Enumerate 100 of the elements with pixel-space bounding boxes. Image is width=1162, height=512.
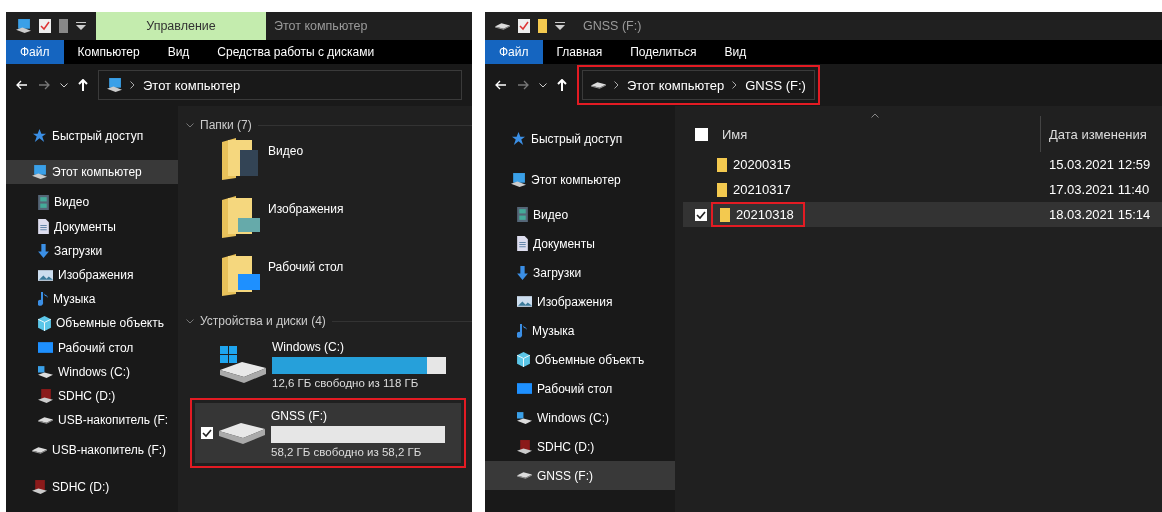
drive-icon	[38, 365, 53, 378]
column-header[interactable]: Дата изменения	[1040, 116, 1147, 152]
sidebar-item[interactable]: USB-накопитель (F:)	[6, 438, 178, 463]
contextual-tab[interactable]: Управление	[96, 12, 266, 40]
ribbon-tab[interactable]: Файл	[6, 40, 64, 64]
forward-arrow-icon[interactable]	[517, 80, 529, 90]
free-space-text: 58,2 ГБ свободно из 58,2 ГБ	[271, 445, 423, 458]
properties-icon	[39, 19, 51, 33]
chevron-icon	[130, 81, 135, 89]
sidebar-item[interactable]: Объемные объекть	[6, 311, 178, 336]
forward-arrow-icon[interactable]	[38, 80, 50, 90]
file-name: 20210318	[716, 207, 800, 222]
music-note-icon	[517, 323, 527, 338]
folder-tile[interactable]: Изображения	[186, 196, 472, 254]
ribbon-tab[interactable]: Вид	[710, 40, 761, 64]
address-bar[interactable]: Этот компьютер GNSS (F:)	[582, 70, 815, 100]
sidebar-item[interactable]: Windows (C:)	[6, 359, 178, 384]
ribbon-tab[interactable]: Компьютер	[63, 40, 154, 64]
ribbon-tab[interactable]: Файл	[485, 40, 543, 64]
sidebar-item[interactable]: Изображения	[6, 262, 178, 288]
sidebar-item[interactable]: Документы	[485, 229, 675, 258]
sidebar-item[interactable]: GNSS (F:)	[485, 461, 675, 490]
film-icon	[38, 194, 49, 210]
folder-tile[interactable]: Рабочий стол	[186, 254, 472, 312]
sidebar-item[interactable]: SDHC (D:)	[485, 432, 675, 461]
file-row[interactable]: 20210318 18.03.2021 15:14	[683, 202, 1162, 227]
drive-label: GNSS (F:)	[271, 408, 328, 423]
sidebar-item[interactable]: Видео	[6, 190, 178, 215]
window-title: GNSS (F:)	[582, 18, 643, 35]
sidebar-item[interactable]: Документы	[6, 214, 178, 239]
sidebar-item[interactable]: Рабочий стол	[485, 374, 675, 403]
select-all-checkbox[interactable]	[695, 127, 708, 141]
breadcrumb[interactable]: Этот компьютер	[627, 77, 725, 93]
file-name: 20200315	[713, 157, 797, 172]
checkbox[interactable]	[695, 208, 707, 221]
sidebar-item[interactable]: Видео	[485, 200, 675, 229]
document-icon	[517, 236, 528, 251]
drive-icon	[32, 446, 47, 454]
star-icon	[32, 129, 47, 144]
file-row[interactable]: 20210317 17.03.2021 11:40	[683, 177, 1162, 202]
film-icon	[517, 207, 528, 222]
sidebar-item[interactable]: Рабочий стол	[6, 335, 178, 360]
ribbon-tab[interactable]: Вид	[153, 40, 204, 64]
checkbox[interactable]	[201, 427, 213, 439]
picture-icon	[517, 296, 532, 307]
ribbon-tab[interactable]: Поделиться	[616, 40, 711, 64]
drive-icon	[517, 472, 532, 479]
sidebar-item[interactable]: Музыка	[485, 316, 675, 345]
file-name: 20210317	[713, 182, 797, 197]
hard-drive-icon	[219, 422, 265, 444]
group-heading[interactable]: Папки (7)	[200, 118, 252, 132]
sidebar-item[interactable]: Изображения	[485, 287, 675, 316]
back-arrow-icon[interactable]	[495, 80, 507, 90]
sidebar-item[interactable]: Загрузки	[6, 238, 178, 263]
drive-icon	[495, 22, 510, 30]
sidebar-item[interactable]: USB-накопитель (F:	[6, 408, 178, 433]
sidebar-item[interactable]: Быстрый доступ	[485, 124, 675, 153]
ribbon-tab[interactable]: Главная	[542, 40, 617, 64]
sidebar-item[interactable]: Музыка	[6, 287, 178, 312]
sd-card-icon	[38, 388, 53, 403]
computer-icon	[32, 165, 47, 180]
breadcrumb[interactable]: Этот компьютер	[143, 77, 241, 93]
up-arrow-icon[interactable]	[78, 79, 88, 91]
dropdown-icon	[555, 22, 565, 30]
column-header[interactable]: Имя	[722, 126, 748, 142]
sidebar-item[interactable]: Объемные объектъ	[485, 345, 675, 374]
document-icon	[38, 219, 49, 235]
free-space-text: 12,6 ГБ свободно из 118 ГБ	[272, 376, 420, 389]
chevron-icon	[732, 81, 738, 89]
sidebar-item[interactable]: Этот компьютер	[485, 165, 675, 194]
desktop-icon	[38, 342, 53, 354]
sidebar-item[interactable]: SDHC (D:)	[6, 474, 178, 499]
computer-icon	[511, 172, 526, 187]
file-row[interactable]: 20200315 15.03.2021 12:59	[683, 152, 1162, 177]
ribbon-tab[interactable]: Средства работы с дисками	[203, 40, 389, 64]
chevron-icon	[186, 318, 194, 324]
dropdown-icon	[76, 22, 86, 30]
chevron-icon	[186, 122, 194, 128]
drive-label: Windows (C:)	[272, 339, 345, 354]
drive-tile[interactable]: GNSS (F:) 58,2 ГБ свободно из 58,2 ГБ	[195, 403, 461, 463]
sidebar-item[interactable]: Этот компьютер	[6, 160, 178, 185]
drive-tile[interactable]: Windows (C:) 12,6 ГБ свободно из 118 ГБ	[190, 334, 456, 394]
sidebar-item[interactable]: Быстрый доступ	[6, 124, 178, 149]
group-heading[interactable]: Устройства и диски (4)	[200, 314, 326, 328]
sidebar-item[interactable]: Загрузки	[485, 258, 675, 287]
sidebar-item[interactable]: Windows (C:)	[485, 403, 675, 432]
cube-icon	[517, 352, 530, 367]
date-cell-text: 18.03.2021 15:14	[1048, 207, 1151, 222]
sidebar-item[interactable]: SDHC (D:)	[6, 383, 178, 409]
music-note-icon	[38, 292, 48, 307]
folder-tile[interactable]: Видео	[186, 138, 472, 196]
address-bar[interactable]: Этот компьютер	[98, 70, 462, 100]
date-cell-text: 15.03.2021 12:59	[1048, 157, 1151, 172]
computer-icon	[16, 19, 31, 33]
sd-card-icon	[517, 439, 532, 454]
drive-icon	[591, 81, 606, 89]
breadcrumb[interactable]: GNSS (F:)	[745, 77, 806, 93]
back-arrow-icon[interactable]	[16, 80, 28, 90]
download-arrow-icon	[38, 243, 49, 258]
up-arrow-icon[interactable]	[557, 79, 567, 91]
